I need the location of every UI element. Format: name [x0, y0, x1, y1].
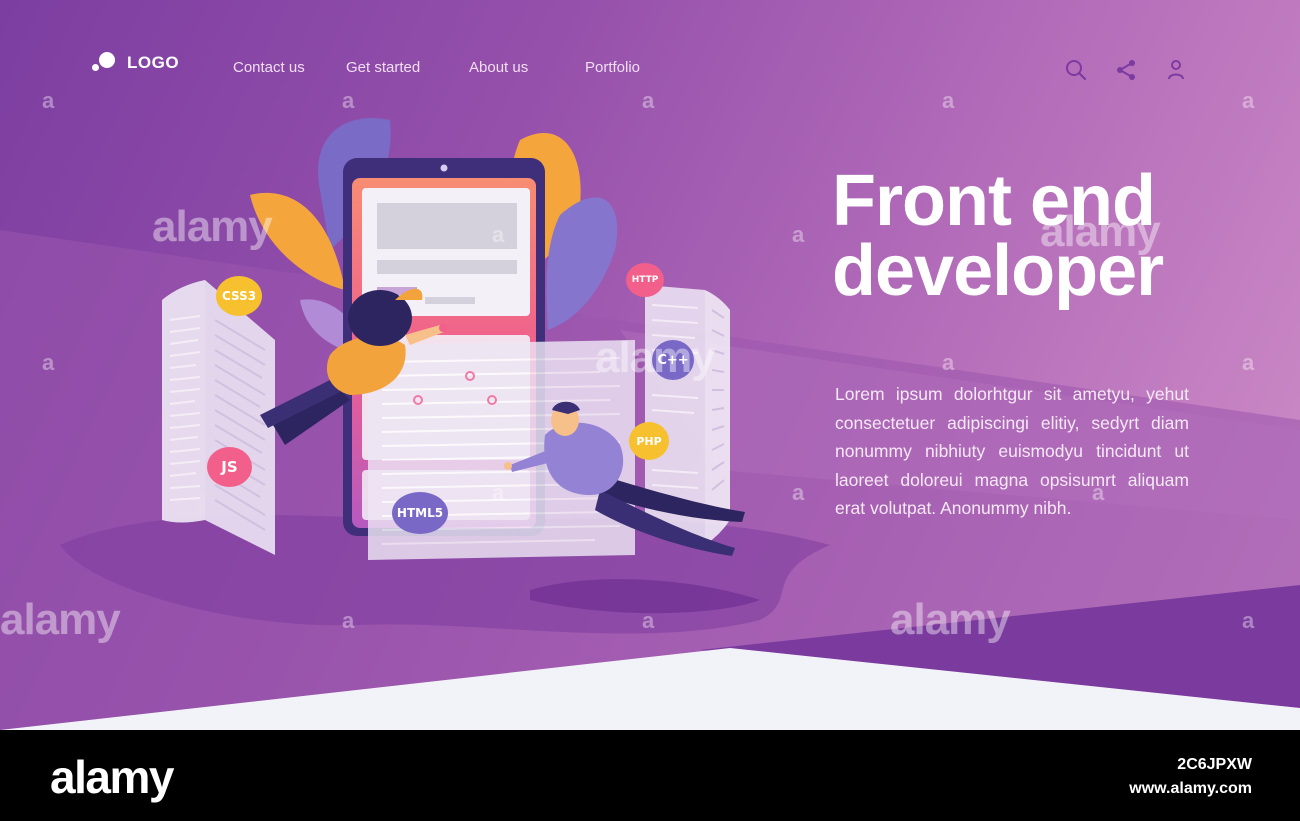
nav-portfolio[interactable]: Portfolio: [585, 59, 640, 76]
site-logo[interactable]: LOGO: [92, 50, 179, 76]
badge-cpp: C++: [652, 340, 694, 380]
stock-footer: alamy 2C6JPXW www.alamy.com: [0, 730, 1300, 821]
badge-css3: CSS3: [216, 276, 262, 316]
nav-contact-us[interactable]: Contact us: [233, 59, 305, 76]
background-shapes: [0, 118, 1300, 730]
logo-text: LOGO: [127, 53, 180, 72]
badge-php: PHP: [629, 422, 669, 460]
badge-http: HTTP: [626, 263, 664, 297]
nav-about-us[interactable]: About us: [469, 59, 528, 76]
header-actions: [1064, 58, 1188, 82]
badge-js: JS: [207, 447, 252, 487]
search-icon[interactable]: [1064, 58, 1088, 82]
share-icon[interactable]: [1114, 58, 1138, 82]
hero-title-line1: Front end: [832, 161, 1156, 241]
hero-description: Lorem ipsum dolorhtgur sit ametyu, yehut…: [835, 384, 1189, 518]
landing-page: CSS3 HTTP C++ PHP JS HTML5 LOGO Contact …: [0, 0, 1300, 730]
logo-mark-icon: [92, 50, 120, 76]
hero-title: Front end developer: [832, 165, 1252, 307]
footer-image-id: 2C6JPXW: [1177, 756, 1252, 773]
hero-title-line2: developer: [832, 231, 1164, 311]
badge-html5: HTML5: [392, 492, 448, 534]
footer-brand: alamy: [50, 751, 174, 803]
footer-url[interactable]: www.alamy.com: [1129, 780, 1252, 798]
nav-get-started[interactable]: Get started: [346, 59, 420, 76]
user-icon[interactable]: [1164, 58, 1188, 82]
